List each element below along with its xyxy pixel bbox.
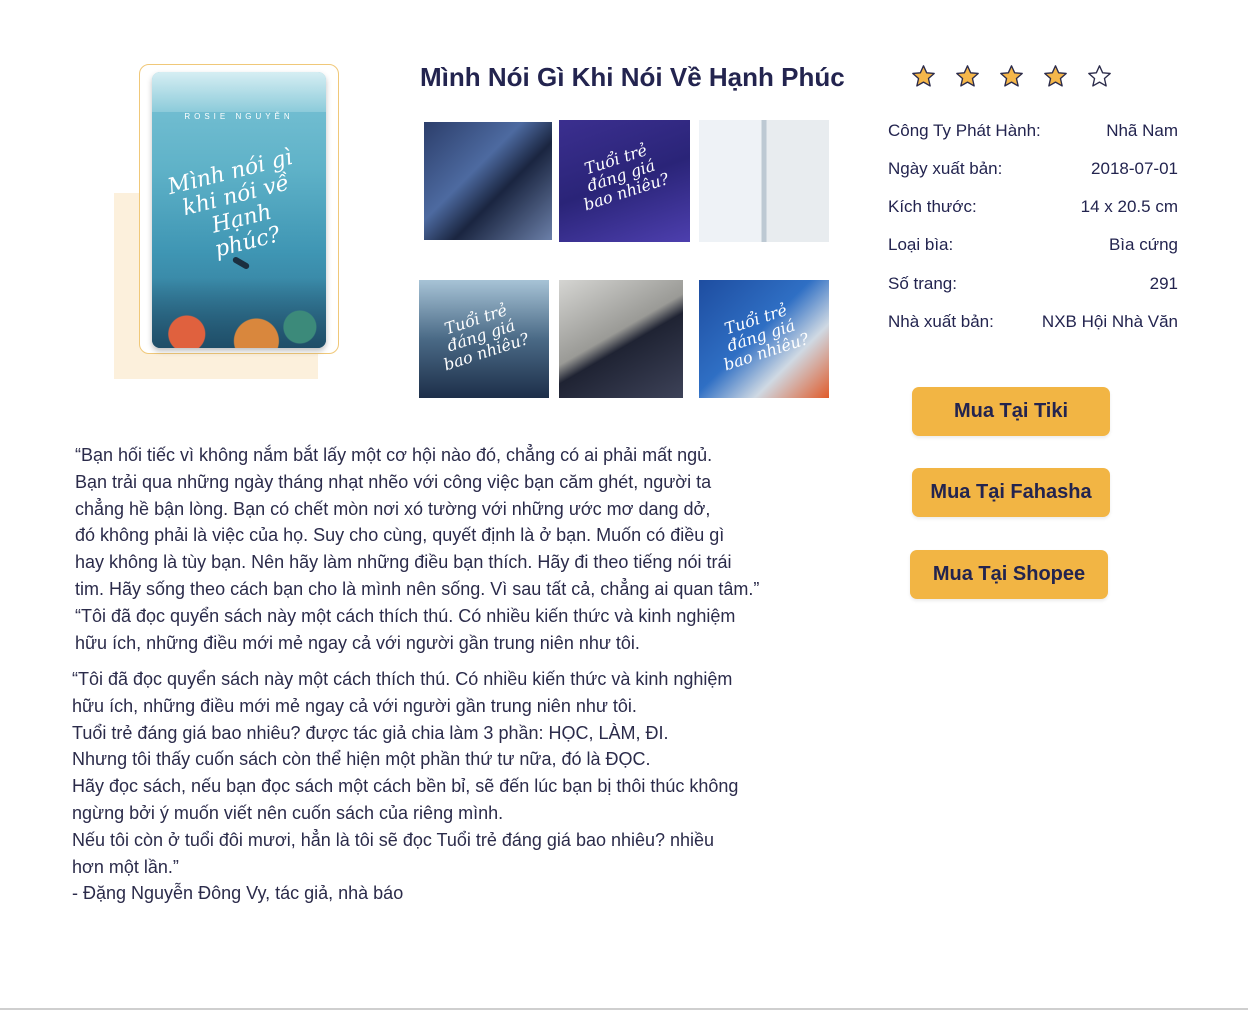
cover-sky xyxy=(152,72,326,112)
detail-row-publisher: Nhà xuất bản: NXB Hội Nhà Văn xyxy=(888,312,1178,332)
description-line: ngừng bởi ý muốn viết nên cuốn sách của … xyxy=(72,802,504,823)
thumb-title: Tuổi trẻ đáng giá bao nhiêu? xyxy=(441,300,532,375)
description-quote-1: “Bạn hối tiếc vì không nắm bắt lấy một c… xyxy=(75,442,759,656)
bottom-divider xyxy=(0,1008,1248,1010)
detail-value: 14 x 20.5 cm xyxy=(1080,197,1178,216)
detail-value: Bìa cứng xyxy=(1108,235,1178,254)
description-line: tim. Hãy sống theo cách bạn cho là mình … xyxy=(75,578,760,599)
rating-stars[interactable] xyxy=(910,63,1113,90)
cover-diver xyxy=(231,255,251,271)
description-line: chẳng hề bận lòng. Bạn có chết mòn nơi x… xyxy=(75,498,711,519)
description-line: “Tôi đã đọc quyển sách này một cách thíc… xyxy=(75,605,736,626)
description-line: “Bạn hối tiếc vì không nắm bắt lấy một c… xyxy=(75,445,713,465)
description-line: Nhưng tôi thấy cuốn sách còn thể hiện mộ… xyxy=(72,749,651,770)
book-title: Mình Nói Gì Khi Nói Về Hạnh Phúc xyxy=(420,62,845,92)
detail-label: Nhà xuất bản: xyxy=(888,312,994,331)
detail-label: Kích thước: xyxy=(888,197,977,216)
description-quote-2: “Tôi đã đọc quyển sách này một cách thíc… xyxy=(72,666,738,907)
description-line: đó không phải là việc của họ. Suy cho cù… xyxy=(75,525,725,546)
description-line: hay không là tùy bạn. Nên hãy làm những … xyxy=(75,552,732,573)
description-line: Nếu tôi còn ở tuổi đôi mươi, hẳn là tôi … xyxy=(72,829,715,850)
description-line: Bạn trải qua những ngày tháng nhạt nhẽo … xyxy=(75,471,712,492)
buy-tiki-button[interactable]: Mua Tại Tiki xyxy=(912,387,1110,436)
star-outline-icon[interactable] xyxy=(1086,63,1113,90)
buy-shopee-button[interactable]: Mua Tại Shopee xyxy=(910,550,1108,599)
gallery-thumbnail[interactable]: Tuổi trẻ đáng giá bao nhiêu? xyxy=(699,280,829,398)
description-line: hữu ích, những điều mới mẻ ngay cả với n… xyxy=(75,632,640,653)
star-filled-icon[interactable] xyxy=(910,63,937,90)
description-attribution: - Đặng Nguyễn Đông Vy, tác giả, nhà báo xyxy=(72,883,404,904)
thumb-title xyxy=(713,135,808,166)
star-filled-icon[interactable] xyxy=(1042,63,1069,90)
description-line: Tuổi trẻ đáng giá bao nhiêu? được tác gi… xyxy=(72,722,669,743)
thumb-title xyxy=(573,295,668,326)
star-filled-icon[interactable] xyxy=(998,63,1025,90)
detail-row-size: Kích thước: 14 x 20.5 cm xyxy=(888,197,1178,217)
detail-row-pages: Số trang: 291 xyxy=(888,274,1178,294)
cover-author: ROSIE NGUYỄN xyxy=(184,112,294,121)
detail-row-publisher-company: Công Ty Phát Hành: Nhã Nam xyxy=(888,121,1178,141)
gallery-thumbnail[interactable] xyxy=(424,122,552,240)
detail-label: Loại bìa: xyxy=(888,235,954,254)
book-cover-area: ROSIE NGUYỄN Mình nói gì khi nói về Hạnh… xyxy=(114,64,340,380)
gallery-thumbnail[interactable]: Tuổi trẻ đáng giá bao nhiêu? xyxy=(419,280,549,398)
detail-value: Nhã Nam xyxy=(1106,121,1178,140)
gallery-thumbnail[interactable] xyxy=(559,280,683,398)
description-line: hơn một lần.” xyxy=(72,856,179,877)
description-line: “Tôi đã đọc quyển sách này một cách thíc… xyxy=(72,669,733,689)
detail-row-cover-type: Loại bìa: Bìa cứng xyxy=(888,235,1178,255)
thumb-title: Tuổi trẻ đáng giá bao nhiêu? xyxy=(721,300,812,375)
detail-label: Số trang: xyxy=(888,274,957,293)
detail-label: Công Ty Phát Hành: xyxy=(888,121,1041,140)
gallery-thumbnail[interactable] xyxy=(699,120,829,242)
thumb-title xyxy=(438,137,533,168)
detail-value: NXB Hội Nhà Văn xyxy=(1041,312,1178,331)
description-line: Hãy đọc sách, nếu bạn đọc sách một cách … xyxy=(72,776,739,797)
thumb-title: Tuổi trẻ đáng giá bao nhiêu? xyxy=(581,140,672,215)
book-cover-image[interactable]: ROSIE NGUYỄN Mình nói gì khi nói về Hạnh… xyxy=(152,72,326,348)
detail-value: 291 xyxy=(1149,274,1178,293)
star-filled-icon[interactable] xyxy=(954,63,981,90)
detail-label: Ngày xuất bản: xyxy=(888,159,1003,178)
cover-reef xyxy=(152,278,326,348)
detail-value: 2018-07-01 xyxy=(1091,159,1178,178)
detail-row-publish-date: Ngày xuất bản: 2018-07-01 xyxy=(888,159,1178,179)
description-line: hữu ích, những điều mới mẻ ngay cả với n… xyxy=(72,695,637,716)
gallery-thumbnail[interactable]: Tuổi trẻ đáng giá bao nhiêu? xyxy=(559,120,690,242)
buy-fahasha-button[interactable]: Mua Tại Fahasha xyxy=(912,468,1110,517)
cover-title: Mình nói gì khi nói về Hạnh phúc? xyxy=(165,145,296,263)
